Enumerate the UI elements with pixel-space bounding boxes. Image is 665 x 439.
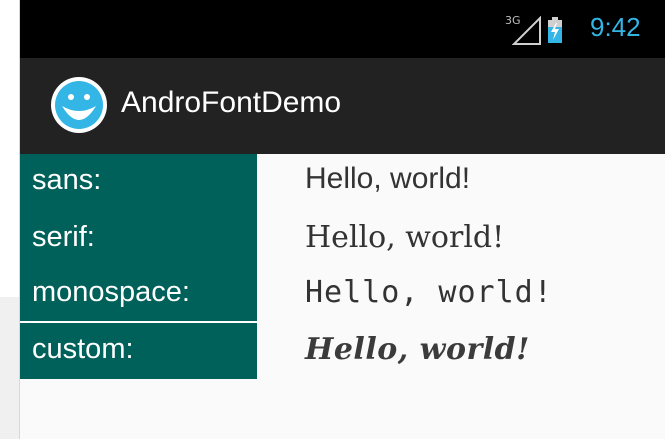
font-sample-sans: Hello, world! (305, 162, 471, 195)
action-bar: AndroFontDemo (20, 58, 665, 154)
font-sample-monospace: Hello, world! (305, 275, 553, 310)
status-bar: 3G 9:42 (20, 0, 665, 58)
font-demo-content: sans: Hello, world! serif: Hello, world!… (20, 154, 665, 439)
app-smiley-icon[interactable] (50, 76, 108, 134)
app-title: AndroFontDemo (121, 86, 342, 119)
font-label-sans: sans: (20, 154, 257, 211)
clock: 9:42 (590, 12, 641, 42)
phone-screen: 3G 9:42 AndroFontDemo sans: Hello, world… (20, 0, 665, 439)
signal-icon (512, 16, 541, 45)
font-label-monospace: monospace: (20, 266, 257, 321)
font-sample-serif: Hello, world! (305, 220, 505, 255)
font-sample-custom: Hello, world! (305, 332, 530, 367)
font-label-serif: serif: (20, 211, 257, 266)
font-label-custom: custom: (20, 323, 257, 379)
battery-charging-icon (548, 17, 562, 43)
